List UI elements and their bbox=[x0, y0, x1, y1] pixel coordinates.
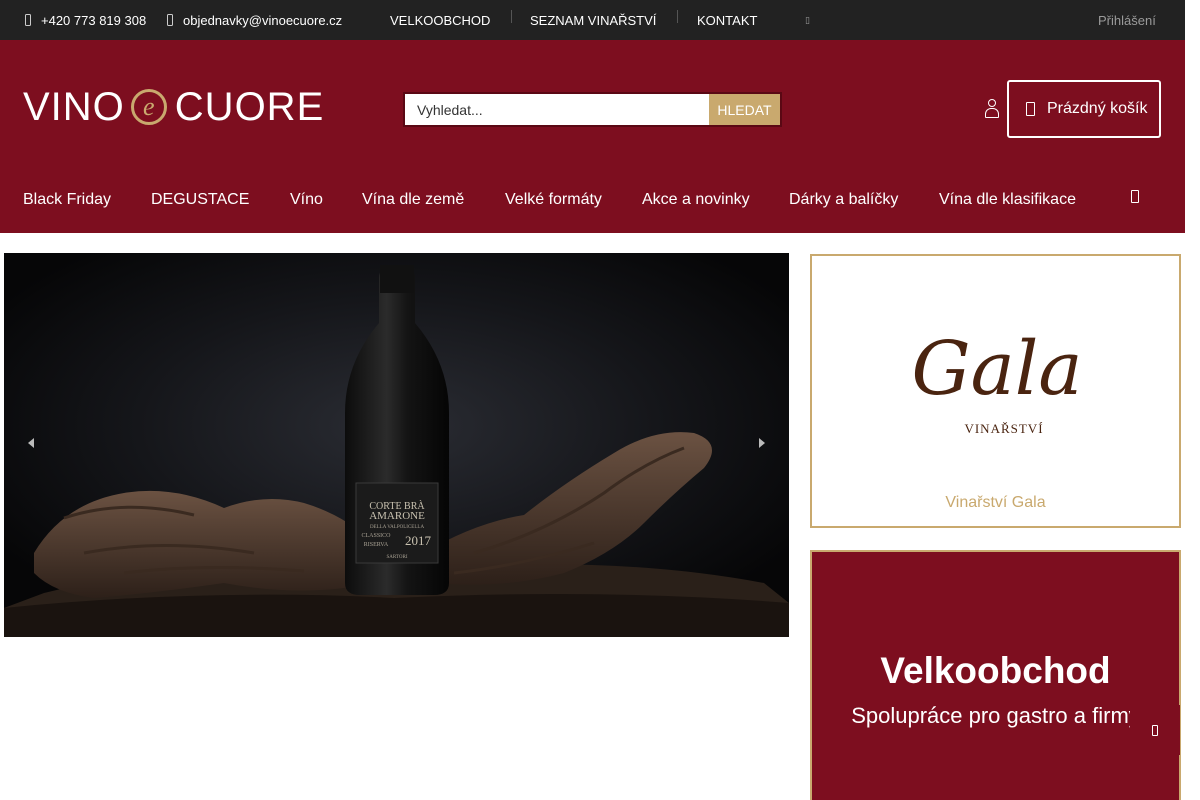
email-contact[interactable]: objednavky@vinoecuore.cz bbox=[167, 0, 342, 40]
cart-button[interactable]: Prázdný košík bbox=[1007, 80, 1161, 138]
wholesale-title: Velkoobchod bbox=[880, 650, 1111, 691]
nav-darky-a-balicky[interactable]: Dárky a balíčky bbox=[789, 180, 898, 220]
cart-label: Prázdný košík bbox=[1047, 100, 1148, 117]
nav-degustace[interactable]: DEGUSTACE bbox=[151, 180, 249, 220]
svg-text:Gala: Gala bbox=[911, 326, 1082, 412]
top-bar: +420 773 819 308 objednavky@vinoecuore.c… bbox=[0, 0, 1185, 40]
arrow-up-icon bbox=[1152, 724, 1158, 736]
bottle-label-line: 2017 bbox=[405, 533, 432, 548]
link-velkoobchod[interactable]: VELKOOBCHOD bbox=[390, 0, 490, 40]
bottle-label-line: AMARONE bbox=[369, 510, 425, 522]
slider-next-arrow-icon[interactable] bbox=[754, 433, 770, 453]
bottle-label-line: DELLA VALPOLICELLA bbox=[370, 525, 425, 530]
search-input[interactable] bbox=[405, 94, 709, 125]
nav-vina-dle-klasifikace[interactable]: Vína dle klasifikace bbox=[939, 180, 1076, 220]
link-seznam-vinarstvi[interactable]: SEZNAM VINAŘSTVÍ bbox=[530, 0, 656, 40]
nav-velke-formaty[interactable]: Velké formáty bbox=[505, 180, 602, 220]
logo-e-mark: e bbox=[130, 89, 167, 125]
winery-card-caption[interactable]: Vinařství Gala bbox=[812, 494, 1179, 512]
hero-slider[interactable]: CORTE BRÀ AMARONE DELLA VALPOLICELLA CLA… bbox=[4, 253, 789, 637]
login-link[interactable]: Přihlášení bbox=[1098, 0, 1156, 40]
svg-text:VINAŘSTVÍ: VINAŘSTVÍ bbox=[964, 421, 1043, 436]
gala-winery-logo: Gala VINAŘSTVÍ bbox=[911, 326, 1082, 436]
bottle-label-line: SARTORI bbox=[386, 555, 407, 560]
wholesale-banner[interactable]: Velkoobchod Spolupráce pro gastro a firm… bbox=[810, 550, 1181, 800]
slide-image: CORTE BRÀ AMARONE DELLA VALPOLICELLA CLA… bbox=[4, 253, 789, 637]
nav-akce-a-novinky[interactable]: Akce a novinky bbox=[642, 180, 750, 220]
phone-number: +420 773 819 308 bbox=[41, 12, 147, 28]
search-form: HLEDAT bbox=[403, 92, 782, 127]
phone-contact[interactable]: +420 773 819 308 bbox=[25, 0, 146, 40]
language-icon[interactable]: ▯ bbox=[805, 15, 810, 26]
site-logo[interactable]: VINO e CUORE bbox=[23, 85, 328, 129]
email-address: objednavky@vinoecuore.cz bbox=[183, 12, 343, 28]
back-to-top-button[interactable] bbox=[1130, 705, 1180, 755]
bottle-label-line: RISERVA bbox=[364, 542, 389, 548]
nav-vina-dle-zeme[interactable]: Vína dle země bbox=[362, 180, 464, 220]
header: VINO e CUORE HLEDAT Prázdný košík Black … bbox=[0, 40, 1185, 233]
nav-black-friday[interactable]: Black Friday bbox=[23, 180, 111, 220]
phone-icon bbox=[25, 14, 31, 26]
mail-icon bbox=[167, 14, 173, 26]
cart-icon bbox=[1026, 102, 1035, 116]
slider-prev-arrow-icon[interactable] bbox=[24, 433, 40, 453]
nav-vino[interactable]: Víno bbox=[290, 180, 323, 220]
divider bbox=[677, 10, 678, 23]
winery-card-gala[interactable]: Gala VINAŘSTVÍ Vinařství Gala bbox=[810, 254, 1181, 528]
bottle-label-line: CLASSICO bbox=[361, 533, 391, 539]
wholesale-subtitle: Spolupráce pro gastro a firmy bbox=[851, 703, 1140, 728]
user-account-icon[interactable] bbox=[984, 98, 999, 118]
divider bbox=[511, 10, 512, 23]
main-navigation: Black Friday DEGUSTACE Víno Vína dle zem… bbox=[0, 180, 1185, 220]
nav-search-icon[interactable] bbox=[1129, 188, 1141, 204]
search-button[interactable]: HLEDAT bbox=[709, 94, 780, 125]
link-kontakt[interactable]: KONTAKT bbox=[697, 0, 757, 40]
